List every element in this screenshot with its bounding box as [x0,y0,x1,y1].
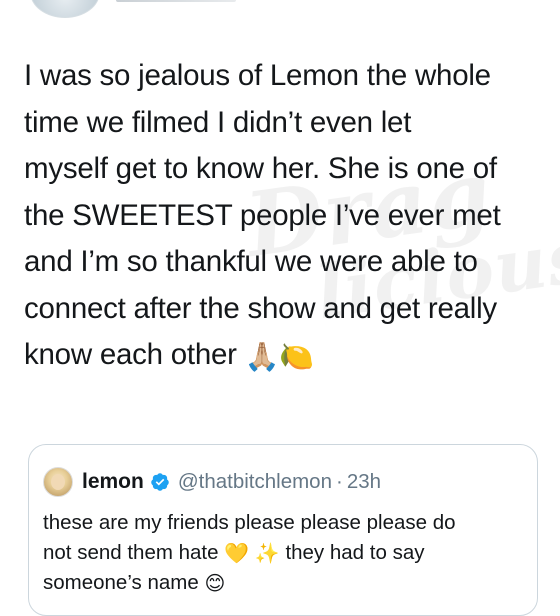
tweet-line: the SWEETEST people I’ve ever met [24,198,501,232]
tweet-line: connect after the show and get really [24,291,497,325]
quoted-line-text: someone’s name [43,571,199,594]
quoted-tweet-header: lemon @thatbitchlemon · 23h [43,467,381,497]
author-avatar[interactable] [30,0,100,18]
quoted-line-text: they had to say [285,541,425,564]
tweet-line: and I’m so thankful we were able to [24,245,478,278]
quoted-line: these are my friends please please pleas… [43,511,456,534]
tweet-line: myself get to know her. She is one of [24,152,497,185]
tweet-line-last: know each other 🙏🏼🍋 [24,332,544,379]
yellow-heart-emoji-icon: 💛 [224,541,250,565]
quoted-timestamp[interactable]: 23h [347,470,381,494]
tweet-text: I was so jealous of Lemon the whole time… [24,53,544,379]
quoted-line-text: not send them hate [43,541,219,564]
quoted-line: someone’s name 😊 [43,568,527,598]
quoted-line: not send them hate 💛 ✨ they had to say [43,538,527,568]
quoted-tweet-text: these are my friends please please pleas… [43,508,527,598]
smiling-face-emoji-icon: 😊 [204,571,226,595]
quoted-avatar [43,467,73,497]
separator-dot: · [335,470,343,493]
tweet-line: I was so jealous of Lemon the whole [24,59,491,92]
quoted-handle[interactable]: @thatbitchlemon [178,470,332,494]
sparkles-emoji-icon: ✨ [254,541,280,565]
quoted-display-name: lemon [82,470,144,493]
quoted-tweet-card[interactable]: lemon @thatbitchlemon · 23h these are my… [28,444,538,616]
author-name-cropped[interactable] [116,0,236,2]
verified-badge-icon [150,472,170,492]
tweet-line-text: know each other [24,338,237,371]
folded-hands-emoji-icon: 🙏🏼 [244,340,280,373]
tweet-line: time we filmed I didn’t even let [24,105,412,139]
lemon-emoji-icon: 🍋 [279,340,314,373]
